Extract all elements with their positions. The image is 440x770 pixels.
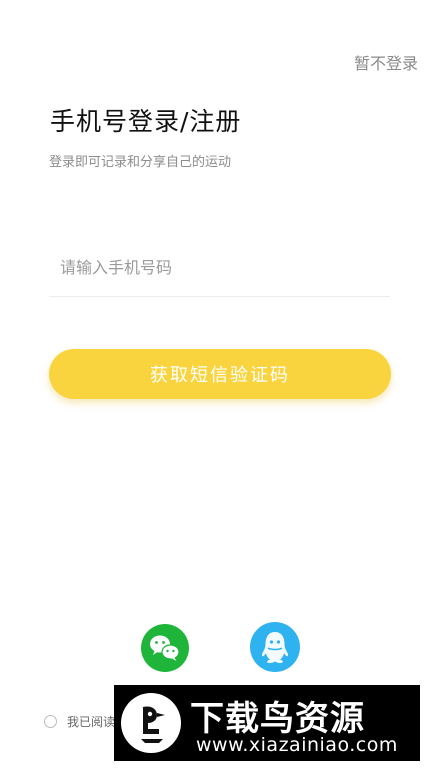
agreement-checkbox[interactable]: [44, 715, 57, 728]
agreement-text: 我已阅读: [67, 715, 116, 729]
get-sms-code-button[interactable]: 获取短信验证码: [49, 349, 391, 399]
watermark-url: www.xiazainiao.com: [196, 734, 398, 756]
page-subtitle: 登录即可记录和分享自己的运动: [49, 155, 232, 170]
page-title: 手机号登录/注册: [50, 107, 242, 136]
agreement-row: 我已阅读: [44, 713, 115, 730]
wechat-login-button[interactable]: [141, 624, 189, 672]
skip-login-link[interactable]: 暂不登录: [354, 50, 418, 74]
qq-login-button[interactable]: [250, 622, 300, 672]
watermark-banner: 下载鸟资源 www.xiazainiao.com: [114, 685, 420, 761]
watermark-title: 下载鸟资源: [190, 699, 365, 739]
phone-field-wrapper: [49, 238, 390, 297]
qq-icon: [261, 632, 289, 664]
wechat-icon: [150, 635, 180, 661]
phone-input[interactable]: [49, 238, 390, 296]
bird-logo-icon: [121, 693, 181, 753]
